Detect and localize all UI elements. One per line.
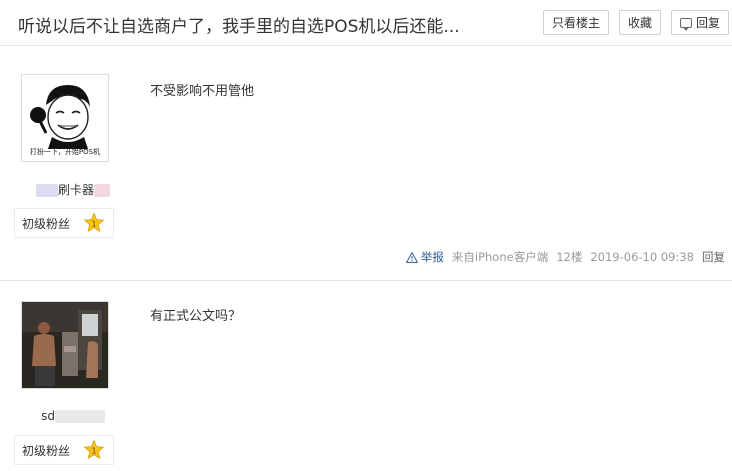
warning-icon [405, 251, 418, 263]
avatar-caption: 打扮一下，开始POS机 [29, 148, 101, 156]
post-content: 不受影响不用管他 [150, 84, 255, 99]
redacted-name-part [94, 184, 110, 197]
floor-number: 12楼 [556, 250, 583, 264]
redacted-name-part [54, 410, 105, 423]
report-label: 举报 [420, 250, 444, 264]
post-meta: 举报 来自iPhone客户端 12楼 2019-06-10 09:38 回复 [398, 249, 725, 265]
client-source: 来自iPhone客户端 [451, 250, 549, 264]
reply-button-label: 回复 [695, 16, 720, 30]
level-number: 1 [91, 219, 96, 229]
thread-title: 听说以后不让自选商户了，我手里的自选POS机以后还能... [18, 17, 460, 37]
reply-icon [679, 17, 692, 31]
username[interactable]: sd [28, 409, 118, 423]
username[interactable]: 刷卡器 [28, 181, 118, 198]
post: 打扮一下，开始POS机 刷卡器 初级粉丝 1 不受影响不用管他 举报 来自iPh… [0, 55, 732, 281]
thread-header: 听说以后不让自选商户了，我手里的自选POS机以后还能... 只看楼主 收藏 回复 [0, 0, 732, 46]
fan-level-badge[interactable]: 初级粉丝 1 [14, 435, 114, 465]
only-op-button[interactable]: 只看楼主 [543, 10, 609, 35]
reply-button[interactable]: 回复 [671, 10, 729, 35]
report-link[interactable]: 举报 [405, 249, 444, 265]
avatar[interactable] [21, 301, 109, 389]
level-number: 1 [91, 446, 96, 456]
collect-button[interactable]: 收藏 [619, 10, 661, 35]
post: sd 初级粉丝 1 有正式公文吗？ [0, 283, 732, 471]
fan-level-label: 初级粉丝 [22, 443, 71, 458]
photo-avatar [22, 302, 108, 388]
redacted-name-part [35, 184, 58, 197]
avatar[interactable]: 打扮一下，开始POS机 [21, 74, 109, 162]
floor-reply-link[interactable]: 回复 [702, 249, 725, 265]
username-text: sd [41, 409, 55, 423]
fan-level-label: 初级粉丝 [22, 216, 71, 231]
star-icon: 1 [83, 212, 105, 233]
post-content: 有正式公文吗？ [150, 309, 242, 324]
post-time: 2019-06-10 09:38 [590, 250, 694, 264]
star-icon: 1 [83, 439, 105, 460]
fan-level-badge[interactable]: 初级粉丝 1 [14, 208, 114, 238]
username-text: 刷卡器 [57, 183, 94, 197]
